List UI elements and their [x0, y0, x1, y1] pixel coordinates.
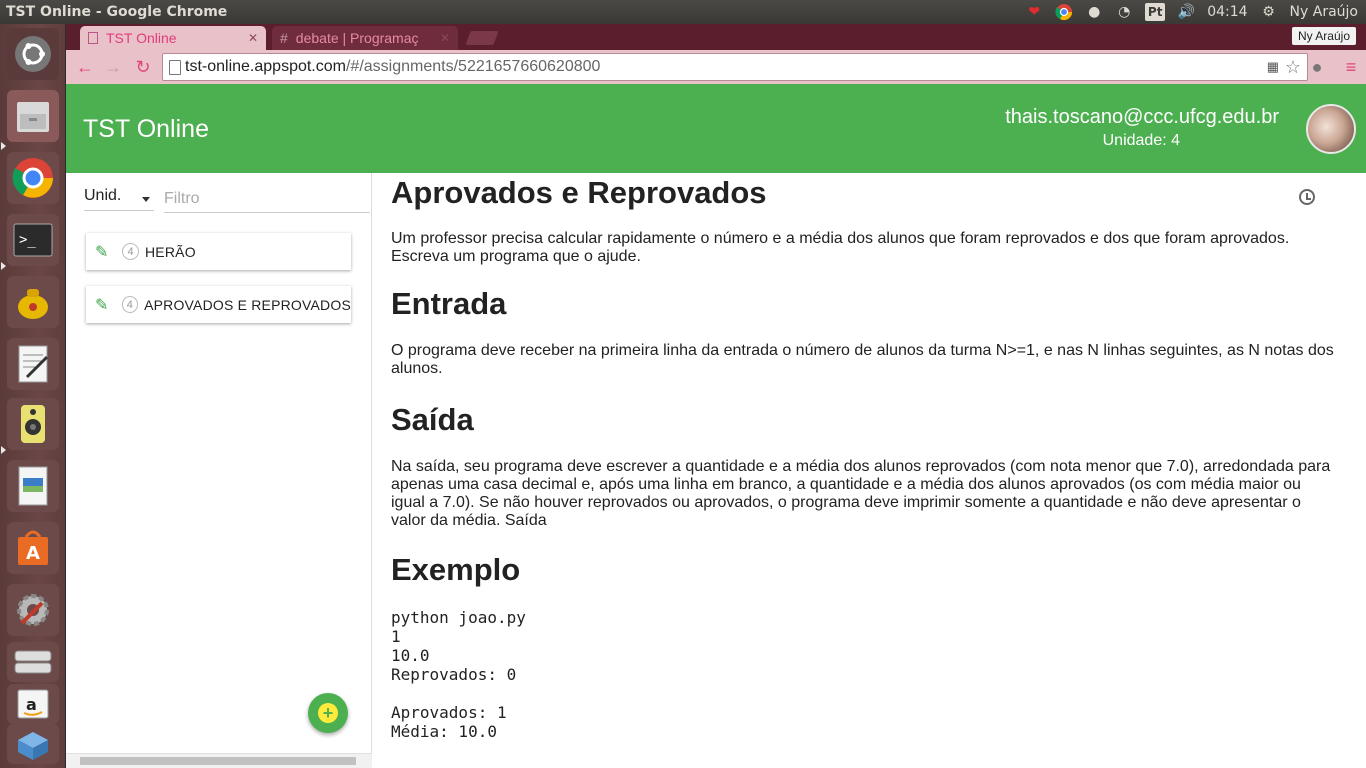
clock[interactable]: 04:14 — [1207, 4, 1247, 20]
url-host: tst-online.appspot.com — [185, 58, 346, 75]
example-heading: Exemplo — [391, 552, 521, 587]
software-center-icon[interactable]: A — [7, 522, 59, 574]
input-heading: Entrada — [391, 286, 507, 321]
chevron-down-icon — [142, 197, 150, 202]
svg-text:A: A — [26, 543, 40, 564]
unit-badge: 4 — [122, 243, 139, 260]
system-top-panel: TST Online - Google Chrome ❤ ● ◔ Pt 🔊 04… — [0, 0, 1366, 24]
app-title[interactable]: TST Online — [83, 115, 209, 144]
svg-text:>_: >_ — [19, 232, 36, 248]
browser-toolbar: ← → ↻ tst-online.appspot.com/#/assignmen… — [66, 50, 1366, 84]
output-text: Na saída, seu programa deve escrever a q… — [391, 458, 1331, 529]
reload-icon[interactable]: ↻ — [132, 56, 154, 78]
tab-debate[interactable]: # debate | Programaç ✕ — [272, 26, 458, 50]
disks-icon[interactable] — [7, 642, 59, 682]
hash-icon: # — [280, 30, 288, 46]
translate-icon[interactable]: ▦ — [1267, 59, 1279, 75]
output-heading: Saída — [391, 402, 474, 437]
tab-label: debate | Programaç — [295, 30, 419, 46]
hangouts-icon[interactable]: ● — [1085, 3, 1103, 21]
keyboard-layout[interactable]: Pt — [1145, 3, 1166, 21]
input-text: O programa deve receber na primeira linh… — [391, 342, 1334, 377]
chrome-icon[interactable] — [7, 152, 59, 204]
speaker-app-icon[interactable] — [7, 398, 59, 450]
dropbox-icon[interactable]: ❤ — [1025, 3, 1043, 21]
forward-arrow-icon[interactable]: → — [102, 56, 124, 78]
scrollbar-thumb[interactable] — [80, 757, 356, 765]
close-icon[interactable]: ✕ — [248, 31, 258, 45]
assignment-content: Aprovados e Reprovados Um professor prec… — [373, 173, 1352, 768]
tab-label: TST Online — [106, 30, 177, 46]
ubuntu-dash-icon[interactable] — [7, 28, 59, 80]
unity-launcher: >_ A a — [0, 24, 66, 768]
app-header: TST Online thais.toscano@ccc.ufcg.edu.br… — [66, 84, 1366, 173]
assignment-title: APROVADOS E REPROVADOS — [144, 296, 351, 313]
session-user[interactable]: Ny Araújo — [1290, 4, 1358, 20]
assignment-title: HERÃO — [145, 243, 196, 260]
page-viewport: TST Online thais.toscano@ccc.ufcg.edu.br… — [66, 84, 1366, 768]
amazon-icon[interactable]: a — [7, 684, 59, 724]
unit-badge: 4 — [121, 296, 139, 313]
chrome-tray-icon[interactable] — [1055, 3, 1073, 21]
files-icon[interactable] — [7, 90, 59, 142]
address-bar[interactable]: tst-online.appspot.com/#/assignments/522… — [162, 53, 1308, 81]
svg-text:a: a — [26, 695, 37, 714]
page-title: Aprovados e Reprovados — [391, 175, 767, 210]
new-tab-button[interactable] — [465, 31, 499, 45]
history-icon[interactable] — [1299, 189, 1315, 205]
terminal-icon[interactable]: >_ — [7, 214, 59, 266]
user-unit: Unidade: 4 — [1102, 132, 1180, 149]
pencil-icon[interactable]: ✎ — [86, 295, 112, 315]
assignment-item[interactable]: ✎ 4 HERÃO — [86, 233, 351, 270]
impress-icon[interactable] — [7, 460, 59, 512]
page-icon — [169, 60, 181, 75]
archive-manager-icon[interactable] — [7, 724, 59, 764]
menu-icon[interactable]: ≡ — [1340, 56, 1362, 78]
close-icon[interactable]: ✕ — [440, 31, 450, 45]
back-arrow-icon[interactable]: ← — [74, 56, 96, 78]
window-title: TST Online - Google Chrome — [6, 4, 228, 20]
wifi-icon[interactable]: ◔ — [1115, 3, 1133, 21]
hangouts-extension-icon[interactable]: ● — [1306, 56, 1328, 78]
gear-icon[interactable]: ⚙ — [1260, 3, 1278, 21]
filter-input[interactable] — [164, 185, 370, 213]
profile-badge[interactable]: Ny Araújo — [1291, 27, 1356, 45]
plus-icon: + — [318, 703, 338, 723]
unit-select[interactable]: Unid. — [84, 187, 154, 211]
browser-window: TST Online ✕ # debate | Programaç ✕ Ny A… — [66, 24, 1366, 768]
star-icon[interactable]: ☆ — [1285, 57, 1301, 78]
horizontal-scrollbar[interactable] — [66, 753, 372, 768]
tab-tst-online[interactable]: TST Online ✕ — [80, 26, 266, 50]
system-tray: ❤ ● ◔ Pt 🔊 04:14 ⚙ Ny Araújo — [1025, 0, 1358, 24]
intro-text: Um professor precisa calcular rapidament… — [391, 230, 1290, 265]
add-assignment-button[interactable]: + — [308, 693, 348, 733]
assignments-sidebar: Unid. ✎ 4 HERÃO ✎ 4 APROVADOS E REPROVAD… — [66, 173, 372, 768]
page-icon — [88, 32, 98, 44]
url-path: /#/assignments/5221657660620800 — [345, 58, 601, 75]
user-email: thais.toscano@ccc.ufcg.edu.br — [1005, 106, 1279, 128]
avatar[interactable] — [1306, 104, 1356, 154]
example-code: python joao.py 1 10.0 Reprovados: 0 Apro… — [391, 608, 526, 741]
system-settings-icon[interactable] — [7, 584, 59, 636]
assignment-item[interactable]: ✎ 4 APROVADOS E REPROVADOS — [86, 286, 351, 323]
speaker-icon[interactable]: 🔊 — [1177, 3, 1195, 21]
unit-select-label: Unid. — [84, 187, 122, 204]
pencil-icon[interactable]: ✎ — [86, 242, 112, 262]
text-editor-icon[interactable] — [7, 338, 59, 390]
tab-strip: TST Online ✕ # debate | Programaç ✕ Ny A… — [66, 24, 1366, 50]
teapot-app-icon[interactable] — [7, 276, 59, 328]
